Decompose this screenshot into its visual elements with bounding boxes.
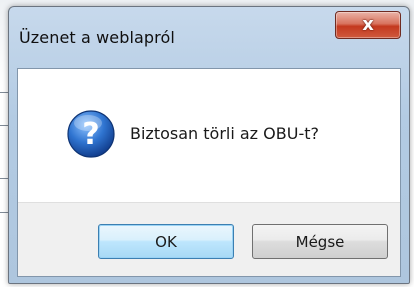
svg-text:?: ? — [82, 117, 99, 152]
close-icon: x — [362, 14, 374, 35]
dialog-titlebar: Üzenet a weblapról x — [9, 7, 409, 67]
dialog-content: ? Biztosan törli az OBU-t? OK Mégse — [17, 68, 401, 277]
cancel-button[interactable]: Mégse — [252, 224, 388, 259]
question-icon: ? — [67, 110, 115, 158]
dialog-message: Biztosan törli az OBU-t? — [130, 124, 319, 143]
button-bar: OK Mégse — [18, 202, 400, 276]
ok-button[interactable]: OK — [98, 224, 234, 259]
message-dialog: Üzenet a weblapról x ? Biztosan törli az… — [8, 6, 410, 284]
close-button[interactable]: x — [335, 11, 401, 39]
message-area: ? Biztosan törli az OBU-t? — [18, 69, 400, 202]
dialog-title: Üzenet a weblapról — [19, 28, 175, 47]
